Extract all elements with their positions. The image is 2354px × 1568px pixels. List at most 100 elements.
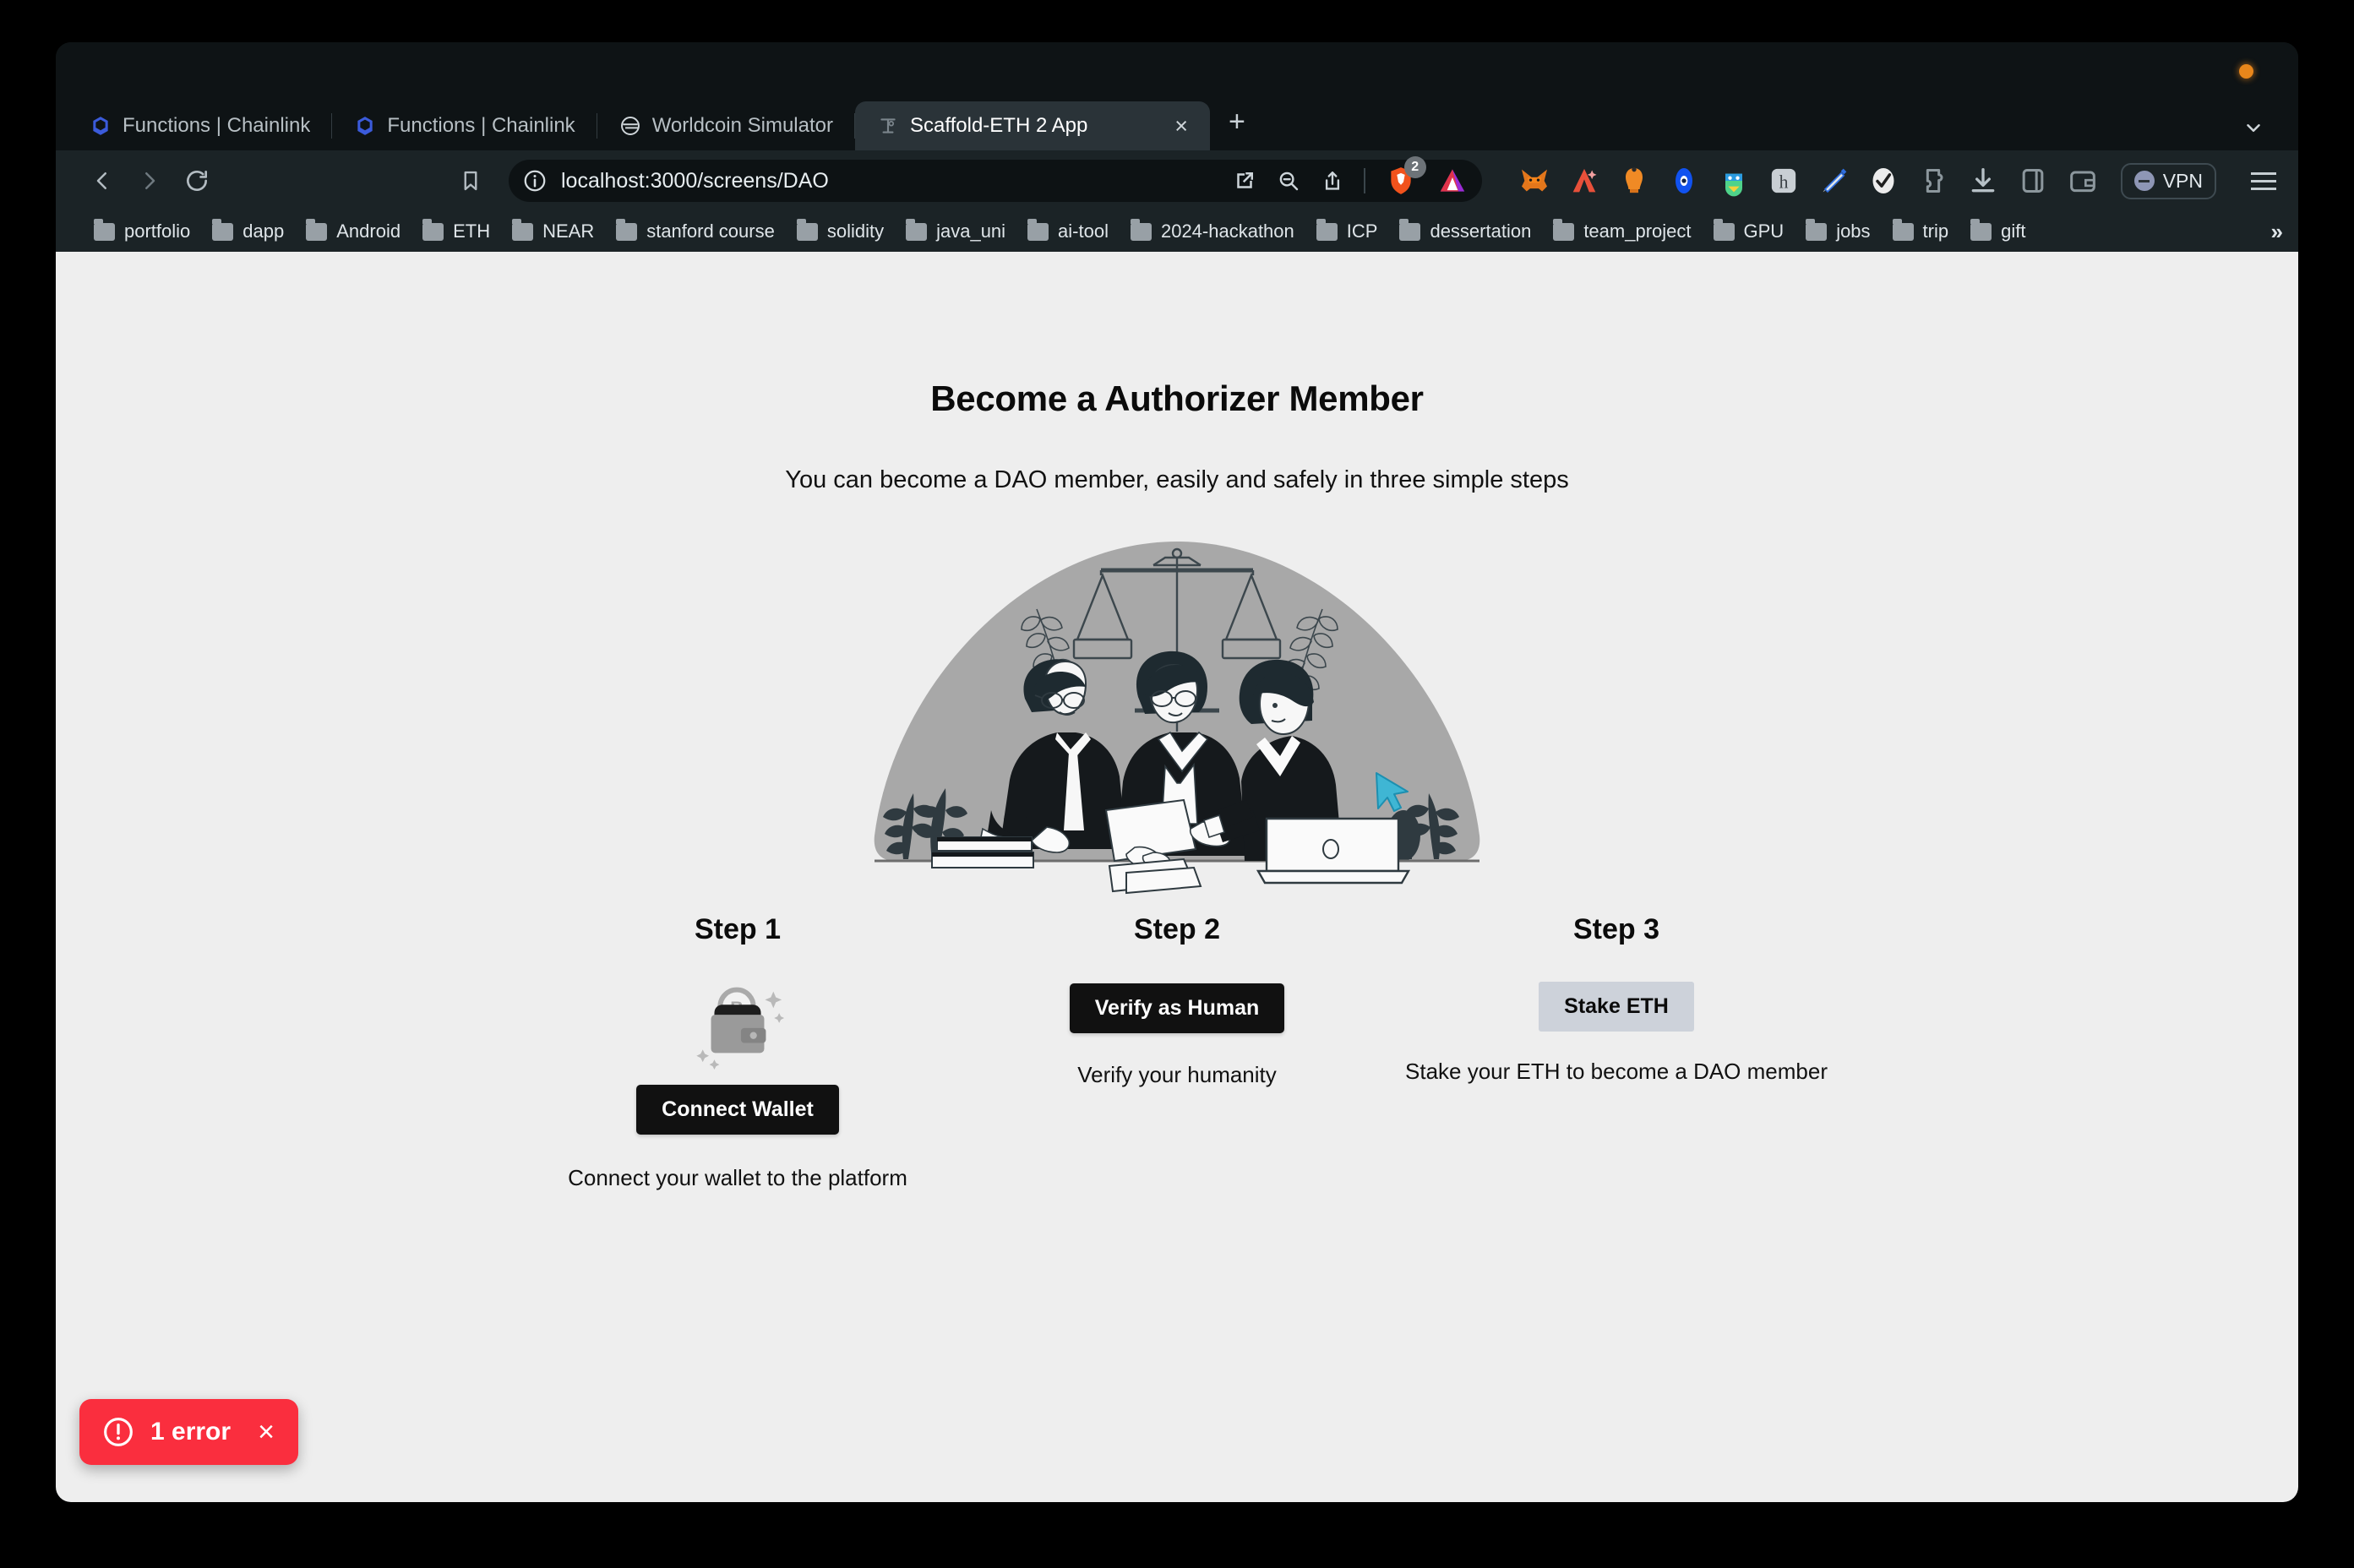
error-toast[interactable]: 1 error ×	[79, 1399, 298, 1465]
close-icon[interactable]: ×	[258, 1418, 275, 1446]
bookmark-near[interactable]: NEAR	[501, 218, 605, 242]
bookmark-label: GPU	[1743, 220, 1785, 242]
bookmark-android[interactable]: Android	[295, 218, 411, 242]
forward-button[interactable]	[130, 161, 169, 200]
recording-indicator-dot	[2239, 64, 2253, 79]
pen-icon[interactable]	[1817, 164, 1850, 198]
folder-icon	[1399, 218, 1421, 241]
folder-icon	[1892, 218, 1914, 241]
dao-meeting-illustration	[874, 542, 1480, 895]
folder-icon	[1713, 218, 1735, 241]
scaffold-eth-icon	[880, 118, 896, 133]
bookmark-icon	[464, 171, 477, 191]
folder-icon	[616, 218, 638, 241]
tab-scaffold-eth-2-app[interactable]: Scaffold-ETH 2 App ×	[855, 101, 1210, 150]
bookmark-ai-tool[interactable]: ai-tool	[1016, 218, 1120, 242]
navigation-bar: localhost:3000/screens/DAO 2 h VPN	[56, 150, 2298, 211]
chainlink-icon	[93, 117, 108, 135]
tab-strip: Functions | Chainlink Functions | Chainl…	[56, 100, 2298, 150]
orange-wallet-icon[interactable]	[1617, 164, 1651, 198]
chevron-right-icon	[145, 172, 155, 189]
bookmark-label: NEAR	[542, 220, 595, 242]
bookmark-label: gift	[2001, 220, 2026, 242]
folder-icon	[1027, 218, 1049, 241]
bookmark-java-uni[interactable]: java_uni	[895, 218, 1016, 242]
bookmarks-bar: portfolio dapp Android ETH NEAR stanford…	[56, 211, 2298, 252]
rainbow-a-icon[interactable]	[1567, 164, 1601, 198]
page-content: Become a Authorizer Member You can becom…	[56, 252, 2298, 1502]
bookmark-gpu[interactable]: GPU	[1703, 218, 1795, 242]
bookmark-label: ETH	[453, 220, 491, 242]
extensions-tray: h VPN	[1518, 162, 2276, 199]
bookmark-2024-hackathon[interactable]: 2024-hackathon	[1120, 218, 1305, 242]
bookmark-icp[interactable]: ICP	[1305, 218, 1389, 242]
bat-triangle-icon[interactable]	[1436, 165, 1469, 197]
bookmark-eth[interactable]: ETH	[411, 218, 501, 242]
folder-icon	[906, 218, 928, 241]
shield-badge-count: 2	[1403, 156, 1426, 178]
tab-worldcoin-simulator[interactable]: Worldcoin Simulator	[597, 101, 856, 150]
wallet-icon[interactable]	[2066, 164, 2100, 198]
reload-button[interactable]	[177, 161, 216, 200]
brave-shields-button[interactable]: 2	[1384, 156, 1426, 198]
vpn-button[interactable]: VPN	[2120, 162, 2216, 199]
zoom-out-icon[interactable]	[1276, 168, 1301, 193]
h-letter-icon[interactable]: h	[1767, 164, 1801, 198]
bookmark-button[interactable]	[451, 161, 490, 200]
step-description: Connect your wallet to the platform	[568, 1165, 907, 1190]
tab-functions-chainlink-2[interactable]: Functions | Chainlink	[332, 101, 598, 150]
stake-eth-button[interactable]: Stake ETH	[1539, 982, 1694, 1032]
back-button[interactable]	[83, 161, 122, 200]
chevron-down-icon[interactable]	[2242, 117, 2264, 139]
open-in-app-icon[interactable]	[1232, 168, 1257, 193]
address-bar[interactable]: localhost:3000/screens/DAO 2	[509, 156, 1482, 202]
error-circle-icon	[104, 1418, 133, 1446]
url-text: localhost:3000/screens/DAO	[561, 168, 829, 193]
folder-icon	[1553, 218, 1575, 241]
folder-icon	[422, 218, 444, 241]
checkmark-icon[interactable]	[1866, 164, 1900, 198]
folder-icon	[212, 218, 234, 241]
tab-functions-chainlink-1[interactable]: Functions | Chainlink	[68, 101, 333, 150]
info-circle-icon[interactable]	[522, 168, 548, 193]
bookmark-stanford-course[interactable]: stanford course	[605, 218, 786, 242]
bookmarks-overflow-button[interactable]: »	[2271, 219, 2283, 245]
omnibox-actions: 2	[1232, 156, 1469, 198]
bookmark-label: portfolio	[124, 220, 191, 242]
folder-icon	[1130, 218, 1152, 241]
bookmark-dessertation[interactable]: dessertation	[1388, 218, 1542, 242]
step-title: Step 1	[694, 913, 782, 945]
bookmark-trip[interactable]: trip	[1882, 218, 1960, 242]
worldcoin-icon	[620, 117, 640, 135]
new-tab-button[interactable]: +	[1229, 106, 1245, 139]
share-icon[interactable]	[1320, 168, 1345, 193]
vpn-label: VPN	[2162, 169, 2203, 192]
step-title: Step 2	[1133, 913, 1221, 945]
verify-as-human-button[interactable]: Verify as Human	[1069, 983, 1285, 1033]
download-icon[interactable]	[1966, 164, 2000, 198]
step-2: Step 2 Verify as Human Verify your human…	[957, 913, 1397, 1088]
connect-wallet-button[interactable]: Connect Wallet	[636, 1085, 839, 1135]
steps-row: Step 1 B	[518, 913, 1836, 1191]
folder-icon	[306, 218, 328, 241]
close-icon[interactable]: ×	[1174, 114, 1188, 138]
bookmark-solidity[interactable]: solidity	[786, 218, 895, 242]
bookmark-portfolio[interactable]: portfolio	[83, 218, 201, 242]
bookmark-dapp[interactable]: dapp	[201, 218, 295, 242]
bookmark-label: team_project	[1583, 220, 1692, 242]
folder-icon	[512, 218, 534, 241]
colorful-face-icon[interactable]	[1717, 164, 1751, 198]
bookmark-label: jobs	[1836, 220, 1871, 242]
bookmark-team-project[interactable]: team_project	[1542, 218, 1702, 242]
metamask-fox-icon[interactable]	[1518, 164, 1551, 198]
browser-menu-button[interactable]	[2251, 172, 2276, 190]
puzzle-piece-icon[interactable]	[1916, 164, 1950, 198]
bookmark-label: ai-tool	[1058, 220, 1109, 242]
bookmark-label: trip	[1922, 220, 1949, 242]
bookmark-jobs[interactable]: jobs	[1795, 218, 1881, 242]
blue-eye-icon[interactable]	[1667, 164, 1701, 198]
sidebar-icon[interactable]	[2016, 164, 2050, 198]
bookmark-label: solidity	[826, 220, 885, 242]
title-bar	[56, 42, 2298, 100]
bookmark-gift[interactable]: gift	[1959, 218, 2036, 242]
